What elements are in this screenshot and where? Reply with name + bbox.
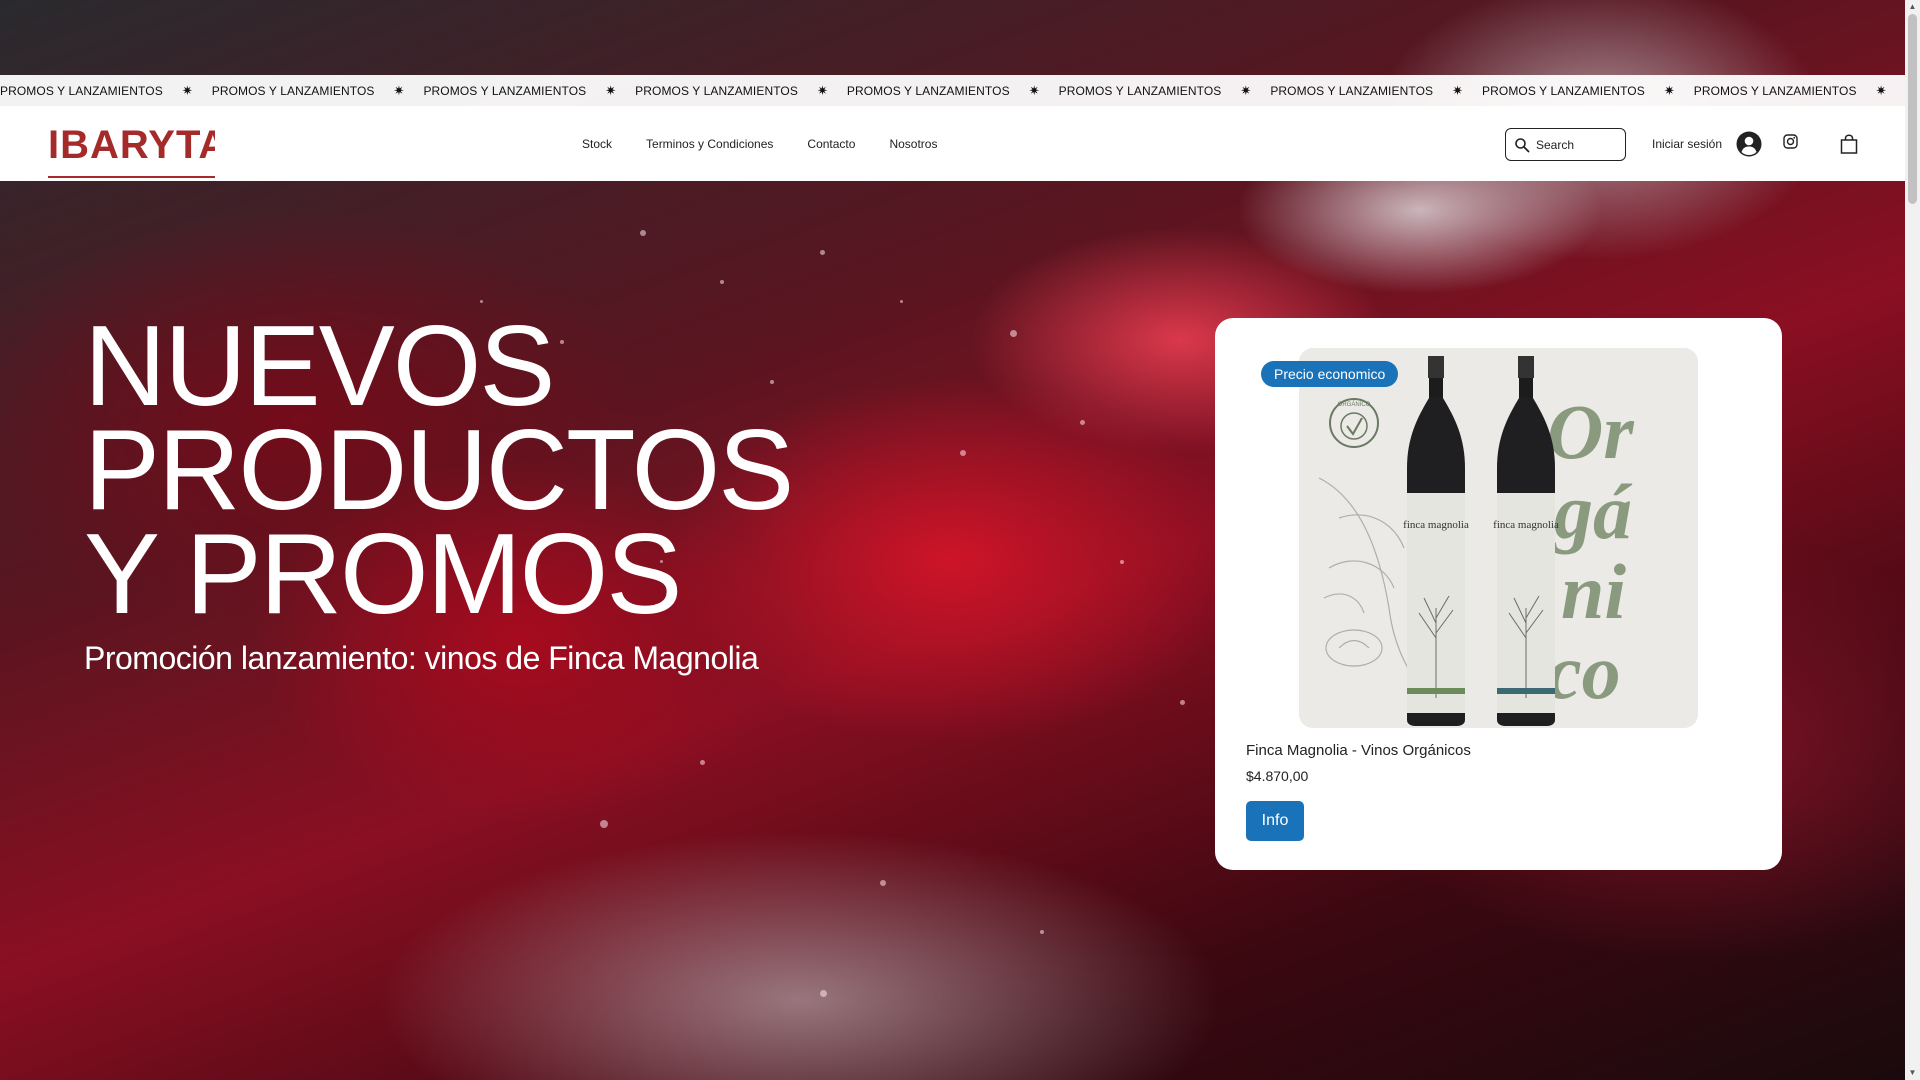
wine-droplet xyxy=(820,990,827,997)
logo-underline xyxy=(48,176,215,178)
main-nav: Stock Terminos y Condiciones Contacto No… xyxy=(582,106,971,181)
product-image-art: ORGÁNICO Or gá ni co finca magnolia finc… xyxy=(1299,348,1698,728)
search-input[interactable] xyxy=(1536,137,1622,152)
nav-item-nosotros[interactable]: Nosotros xyxy=(889,137,937,151)
marquee-text: PROMOS Y LANZAMIENTOS xyxy=(1693,83,1857,98)
asterisk-icon: ✷ xyxy=(1663,82,1675,98)
marquee-item: PROMOS Y LANZAMIENTOS ✷ xyxy=(1694,83,1905,99)
marquee-text: PROMOS Y LANZAMIENTOS xyxy=(1482,83,1645,98)
marquee-text: PROMOS Y LANZAMIENTOS xyxy=(635,83,798,98)
hero-subtitle: Promoción lanzamiento: vinos de Finca Ma… xyxy=(84,640,759,676)
hero-title-line-3: Y PROMOS xyxy=(84,511,682,638)
marquee-item: PROMOS Y LANZAMIENTOS ✷ xyxy=(847,83,1059,99)
asterisk-icon: ✷ xyxy=(393,82,405,98)
search-icon xyxy=(1515,137,1530,152)
marquee-text: PROMOS Y LANZAMIENTOS xyxy=(1270,83,1434,98)
svg-text:finca magnolia: finca magnolia xyxy=(1493,519,1559,531)
hero-title-line-1: NUEVOS xyxy=(84,303,555,430)
marquee-item: PROMOS Y LANZAMIENTOS ✷ xyxy=(1482,83,1694,99)
wine-droplet xyxy=(820,250,825,255)
asterisk-icon: ✷ xyxy=(1028,82,1040,98)
asterisk-icon: ✷ xyxy=(1240,82,1252,98)
page-scrollbar[interactable]: ▲ ▼ xyxy=(1905,0,1920,1080)
wine-droplet xyxy=(640,230,646,236)
scroll-up-arrow-icon[interactable]: ▲ xyxy=(1905,0,1920,14)
svg-text:Or: Or xyxy=(1547,388,1634,475)
login-button[interactable]: Iniciar sesión xyxy=(1652,128,1762,160)
scroll-down-arrow-icon[interactable]: ▼ xyxy=(1905,1066,1920,1080)
product-card[interactable]: ORGÁNICO Or gá ni co finca magnolia finc… xyxy=(1215,318,1782,870)
svg-text:gá: gá xyxy=(1552,468,1633,555)
svg-text:ni: ni xyxy=(1561,548,1626,635)
svg-text:finca magnolia: finca magnolia xyxy=(1403,519,1469,531)
instagram-icon[interactable] xyxy=(1783,134,1798,149)
scrollbar-thumb[interactable] xyxy=(1908,14,1917,204)
wine-droplet xyxy=(1120,560,1124,564)
svg-text:ORGÁNICO: ORGÁNICO xyxy=(1338,401,1371,408)
wine-droplet xyxy=(700,760,705,765)
asterisk-icon: ✷ xyxy=(181,82,193,98)
marquee-item: PROMOS Y LANZAMIENTOS ✷ xyxy=(635,83,847,99)
site-logo[interactable]: IBARYTA xyxy=(48,126,215,164)
wine-droplet xyxy=(1010,330,1017,337)
shopping-bag-icon[interactable] xyxy=(1840,134,1858,154)
wine-droplet xyxy=(900,300,903,303)
nav-item-terminos[interactable]: Terminos y Condiciones xyxy=(646,137,773,151)
asterisk-icon: ✷ xyxy=(816,82,828,98)
marquee-item: PROMOS Y LANZAMIENTOS ✷ xyxy=(212,83,424,99)
marquee-text: PROMOS Y LANZAMIENTOS xyxy=(1058,83,1222,98)
search-box[interactable] xyxy=(1505,128,1626,161)
marquee-item: PROMOS Y LANZAMIENTOS ✷ xyxy=(0,83,212,99)
nav-item-contacto[interactable]: Contacto xyxy=(807,137,855,151)
info-button[interactable]: Info xyxy=(1246,801,1304,841)
wine-droplet xyxy=(720,280,724,284)
nav-item-stock[interactable]: Stock xyxy=(582,137,612,151)
marquee-item: PROMOS Y LANZAMIENTOS ✷ xyxy=(1270,83,1482,99)
product-price: $4.870,00 xyxy=(1246,768,1309,784)
hero-title: NUEVOS PRODUCTOS Y PROMOS xyxy=(84,303,844,638)
site-header: IBARYTA Stock Terminos y Condiciones Con… xyxy=(0,106,1905,181)
asterisk-icon: ✷ xyxy=(1875,82,1887,98)
product-image[interactable]: ORGÁNICO Or gá ni co finca magnolia finc… xyxy=(1299,348,1698,728)
marquee-item: PROMOS Y LANZAMIENTOS ✷ xyxy=(423,83,635,99)
svg-text:co: co xyxy=(1547,628,1621,715)
wine-droplet xyxy=(880,880,886,886)
marquee-text: PROMOS Y LANZAMIENTOS xyxy=(0,83,163,98)
marquee-item: PROMOS Y LANZAMIENTOS ✷ xyxy=(1059,83,1271,99)
login-label: Iniciar sesión xyxy=(1652,137,1723,151)
wine-droplet xyxy=(1180,700,1185,705)
wine-droplet xyxy=(600,820,608,828)
asterisk-icon: ✷ xyxy=(605,82,617,98)
marquee-text: PROMOS Y LANZAMIENTOS xyxy=(423,83,587,98)
logo-text: IBARYTA xyxy=(48,126,215,164)
wine-droplet xyxy=(1080,420,1085,425)
product-name[interactable]: Finca Magnolia - Vinos Orgánicos xyxy=(1246,742,1471,759)
marquee-text: PROMOS Y LANZAMIENTOS xyxy=(211,83,375,98)
avatar-icon xyxy=(1736,131,1762,157)
asterisk-icon: ✷ xyxy=(1452,82,1464,98)
price-badge: Precio economico xyxy=(1261,361,1399,387)
wine-droplet xyxy=(960,450,966,456)
marquee-text: PROMOS Y LANZAMIENTOS xyxy=(846,83,1010,98)
hero-title-line-2: PRODUCTOS xyxy=(84,407,794,534)
wine-droplet xyxy=(1040,930,1044,934)
promo-marquee: PROMOS Y LANZAMIENTOS ✷ PROMOS Y LANZAMIEN… xyxy=(0,75,1905,106)
